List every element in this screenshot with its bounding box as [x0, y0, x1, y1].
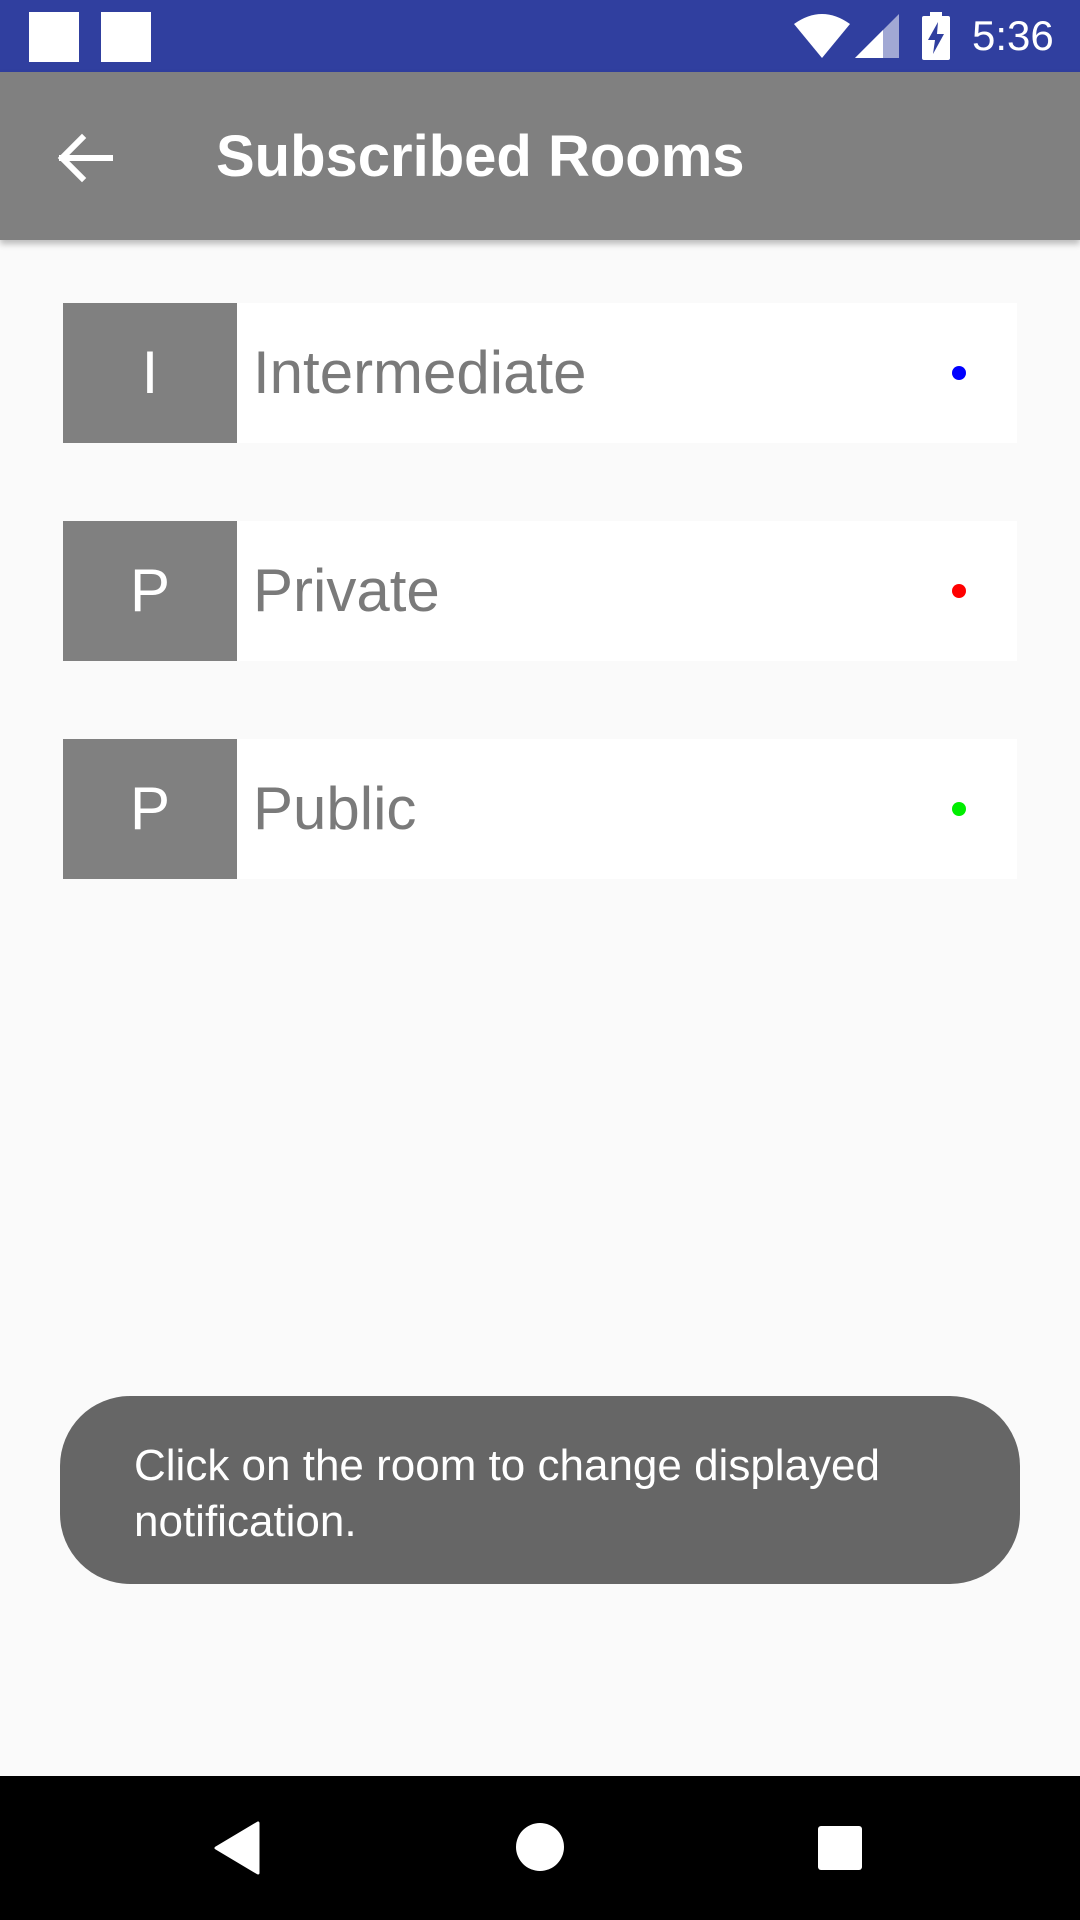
- room-avatar: I: [63, 303, 237, 443]
- arrow-left-icon: [57, 133, 113, 183]
- room-name: Intermediate: [253, 339, 587, 406]
- room-name: Public: [253, 775, 417, 842]
- room-avatar: P: [63, 521, 237, 661]
- status-time: 5:36: [972, 12, 1054, 59]
- room-name: Private: [253, 557, 440, 624]
- nav-recents-icon[interactable]: [817, 1825, 863, 1871]
- notification-square-icon: [29, 12, 79, 62]
- toast-text: Click on the room to change displayed no…: [134, 1441, 880, 1546]
- nav-back-icon[interactable]: [214, 1821, 264, 1875]
- notification-square-icon: [101, 12, 151, 62]
- room-item-private[interactable]: P Private: [63, 521, 1017, 661]
- back-button[interactable]: [44, 118, 124, 198]
- page-title: Subscribed Rooms: [216, 124, 745, 189]
- notification-dot: [952, 802, 966, 816]
- toast-message: Click on the room to change displayed no…: [60, 1396, 1020, 1584]
- room-list: I Intermediate P Private P Public: [63, 303, 1017, 957]
- notification-dot: [952, 584, 966, 598]
- status-bar: 5:36: [0, 0, 1080, 72]
- notification-dot: [952, 366, 966, 380]
- signal-icon: [855, 14, 899, 58]
- room-item-public[interactable]: P Public: [63, 739, 1017, 879]
- room-item-intermediate[interactable]: I Intermediate: [63, 303, 1017, 443]
- wifi-icon: [794, 14, 850, 58]
- room-avatar: P: [63, 739, 237, 879]
- nav-home-icon[interactable]: [515, 1822, 565, 1872]
- battery-charging-icon: [922, 12, 950, 60]
- app-bar: Subscribed Rooms: [0, 72, 1080, 240]
- navigation-bar: [0, 1776, 1080, 1920]
